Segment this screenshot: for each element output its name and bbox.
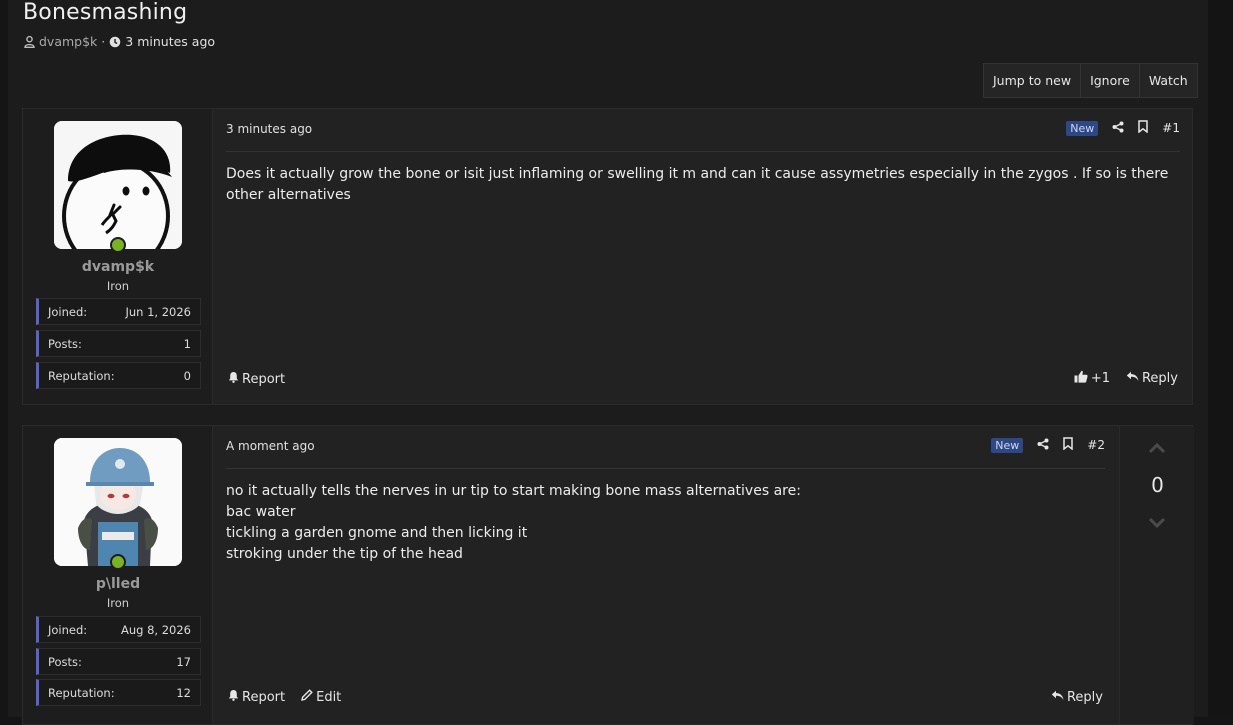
bell-icon xyxy=(228,689,239,705)
post-footer-right: Reply xyxy=(1051,690,1103,705)
ignore-button[interactable]: Ignore xyxy=(1081,64,1140,97)
stat-label: Reputation: xyxy=(48,685,115,700)
post-body: no it actually tells the nerves in ur ti… xyxy=(226,481,1105,565)
avatar[interactable] xyxy=(54,438,182,566)
bookmark-icon[interactable] xyxy=(1138,120,1149,136)
stat-value: Aug 8, 2026 xyxy=(120,622,191,637)
stat-value: 12 xyxy=(176,685,191,700)
watch-button[interactable]: Watch xyxy=(1140,64,1197,97)
edit-button[interactable]: Edit xyxy=(301,689,341,705)
like-count: +1 xyxy=(1090,371,1110,386)
online-indicator xyxy=(110,237,126,253)
post-footer-left: Report xyxy=(228,371,285,387)
post-2: p\lled Iron Joined: Aug 8, 2026 Posts: 1… xyxy=(22,425,1194,725)
stat-reputation: Reputation: 12 xyxy=(36,679,201,706)
post-body-line: tickling a garden gnome and then licking… xyxy=(226,525,528,541)
post-body-line: bac water xyxy=(226,504,296,520)
post-username[interactable]: p\lled xyxy=(23,576,213,592)
edit-label: Edit xyxy=(316,689,342,705)
post-divider xyxy=(226,468,1105,469)
thread-author-link[interactable]: dvamp$k xyxy=(39,34,97,49)
bell-icon xyxy=(228,371,239,387)
report-button[interactable]: Report xyxy=(228,371,285,387)
user-icon xyxy=(24,35,35,48)
post-content: 3 minutes ago New #1 Does it actually gr… xyxy=(226,109,1180,404)
stat-joined: Joined: Aug 8, 2026 xyxy=(36,616,201,643)
thread-page: Bonesmashing dvamp$k · 3 minutes ago Jum… xyxy=(8,0,1208,725)
post-body: Does it actually grow the bone or isit j… xyxy=(226,164,1180,206)
reply-button[interactable]: Reply xyxy=(1051,690,1103,705)
post-body-line: stroking under the tip of the head xyxy=(226,546,463,562)
online-indicator xyxy=(110,554,126,570)
post-time[interactable]: 3 minutes ago xyxy=(226,122,312,136)
stat-value: 1 xyxy=(183,336,191,351)
post-1: dvamp$k Iron Joined: Jun 1, 2026 Posts: … xyxy=(22,108,1193,405)
clock-icon xyxy=(109,36,121,48)
page-gutter xyxy=(1208,0,1233,717)
stat-value: 0 xyxy=(183,368,191,383)
stat-joined: Joined: Jun 1, 2026 xyxy=(36,298,201,325)
new-badge: New xyxy=(991,437,1024,453)
user-rank: Iron xyxy=(106,279,130,293)
thread-actions: Jump to new Ignore Watch xyxy=(983,63,1198,98)
thumbs-up-icon xyxy=(1074,370,1088,387)
thread-meta: dvamp$k · 3 minutes ago xyxy=(24,34,215,49)
stat-label: Joined: xyxy=(48,622,88,637)
post-content: A moment ago New #2 no it actually tells… xyxy=(226,426,1105,724)
report-label: Report xyxy=(242,371,286,387)
stat-label: Reputation: xyxy=(48,368,115,383)
report-label: Report xyxy=(242,689,286,705)
stat-label: Posts: xyxy=(48,654,82,669)
stat-posts: Posts: 17 xyxy=(36,648,201,675)
share-icon[interactable] xyxy=(1112,121,1124,136)
user-rank: Iron xyxy=(106,596,130,610)
jump-to-new-button[interactable]: Jump to new xyxy=(984,64,1082,97)
reply-icon xyxy=(1126,371,1139,386)
post-user-panel: p\lled Iron Joined: Aug 8, 2026 Posts: 1… xyxy=(23,426,213,724)
share-icon[interactable] xyxy=(1037,438,1049,453)
avatar[interactable] xyxy=(54,121,182,249)
stat-label: Posts: xyxy=(48,336,82,351)
report-button[interactable]: Report xyxy=(228,689,285,705)
post-username[interactable]: dvamp$k xyxy=(23,259,213,275)
post-divider xyxy=(226,151,1180,152)
meta-separator: · xyxy=(101,34,106,49)
post-footer-left: Report Edit xyxy=(228,689,341,705)
post-user-panel: dvamp$k Iron Joined: Jun 1, 2026 Posts: … xyxy=(23,109,213,404)
upvote-chevron-icon[interactable] xyxy=(1146,441,1168,457)
reply-icon xyxy=(1051,690,1064,705)
post-time[interactable]: A moment ago xyxy=(226,439,315,453)
vote-score: 0 xyxy=(1151,473,1164,497)
new-badge: New xyxy=(1066,120,1099,136)
thread-time: 3 minutes ago xyxy=(125,34,216,49)
stat-reputation: Reputation: 0 xyxy=(36,362,201,389)
post-header-actions: New #1 xyxy=(1066,120,1180,136)
post-body-line: Does it actually grow the bone or isit j… xyxy=(226,166,1169,203)
post-body-line: no it actually tells the nerves in ur ti… xyxy=(226,483,801,499)
thread-title: Bonesmashing xyxy=(23,0,188,25)
vote-panel: 0 xyxy=(1119,426,1194,724)
stat-label: Joined: xyxy=(48,304,88,319)
stat-posts: Posts: 1 xyxy=(36,330,201,357)
reply-label: Reply xyxy=(1141,371,1178,386)
post-footer-right: +1 Reply xyxy=(1074,370,1178,387)
post-number-link[interactable]: #2 xyxy=(1087,438,1105,452)
post-header-actions: New #2 xyxy=(991,437,1105,453)
pencil-icon xyxy=(301,689,313,705)
like-button[interactable]: +1 xyxy=(1074,370,1110,387)
stat-value: Jun 1, 2026 xyxy=(125,304,191,319)
reply-label: Reply xyxy=(1066,690,1103,705)
bookmark-icon[interactable] xyxy=(1063,437,1074,453)
post-number-link[interactable]: #1 xyxy=(1162,121,1180,135)
downvote-chevron-icon[interactable] xyxy=(1146,514,1168,530)
stat-value: 17 xyxy=(176,654,191,669)
reply-button[interactable]: Reply xyxy=(1126,370,1178,387)
